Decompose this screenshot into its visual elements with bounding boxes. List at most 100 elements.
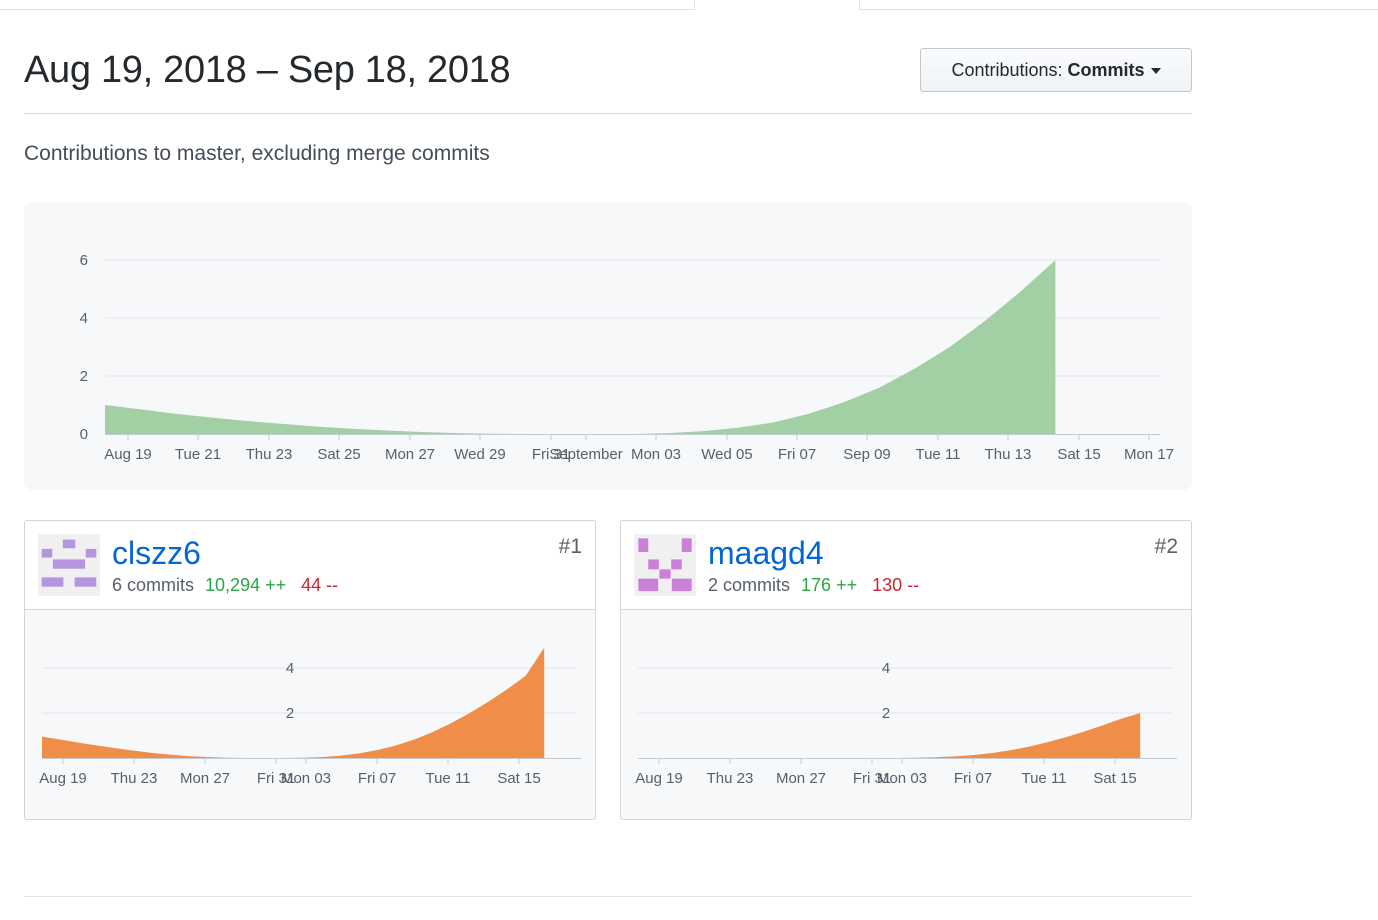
main-chart-svg: 0 2 4 6 Aug 19 Tue 21 Thu 23 Sat 25 Mon 27 Wed 29… (80, 252, 1174, 463)
data-point (1103, 725, 1104, 726)
avatar[interactable] (634, 534, 696, 596)
contributor-stats: 2 commits 176 ++ 130 -- (708, 573, 919, 597)
avatar[interactable] (38, 534, 100, 596)
contributor-card: clszz6 6 commits 10,294 ++ 44 -- #1 2 4 Au… (24, 520, 596, 820)
data-point (210, 417, 211, 418)
data-point (414, 739, 415, 740)
data-point (172, 754, 173, 755)
identicon-cell (85, 548, 97, 558)
commit-count: 2 commits (708, 575, 791, 595)
data-point (1121, 718, 1122, 719)
contributions-label: Contributions: (951, 60, 1063, 80)
series-area (105, 260, 1056, 434)
x-tick-label: Thu 13 (985, 446, 1032, 463)
x-tick-label: Sat 25 (317, 446, 360, 463)
data-point (1140, 713, 1141, 714)
x-tick-label: Mon 03 (281, 770, 331, 787)
identicon-cell (74, 577, 97, 587)
data-point (773, 422, 774, 423)
x-tick-label: Sat 15 (1057, 446, 1100, 463)
top-tab-right (859, 0, 1378, 10)
data-point (469, 713, 470, 714)
data-point (321, 757, 322, 758)
data-point (954, 756, 955, 757)
data-point (245, 420, 246, 421)
contributor-rank: #2 (1154, 535, 1178, 558)
x-tick-label: Tue 11 (1021, 770, 1066, 787)
contributor-username-link[interactable]: clszz6 (112, 533, 201, 573)
data-point (42, 736, 43, 737)
x-tick-label: Thu 23 (246, 446, 293, 463)
y-tick-label: 0 (80, 426, 88, 443)
contributor-card-header: maagd4 2 commits 176 ++ 130 -- #2 (621, 521, 1191, 610)
y-tick-label: 6 (80, 252, 88, 269)
contributor-chart: 2 4 Aug 19 Thu 23 Mon 27 Fri 31 Mon 03 Fri 07 Tu… (25, 610, 595, 819)
identicon-cell (659, 569, 671, 579)
data-point (209, 757, 210, 758)
page-header: Aug 19, 2018 – Sep 18, 2018 Contribution… (24, 40, 1192, 114)
x-tick-label: Aug 19 (39, 770, 87, 787)
additions-count: 10,294 ++ (205, 575, 287, 595)
data-point (1028, 746, 1029, 747)
x-tick-label: Tue 21 (175, 446, 221, 463)
identicon-cell (52, 559, 86, 569)
contributor-card-header: clszz6 6 commits 10,294 ++ 44 -- #1 (25, 521, 595, 610)
x-tick-label: Sep 09 (843, 446, 891, 463)
contributions-value: Commits (1067, 60, 1145, 80)
data-point (451, 723, 452, 724)
contributions-type-dropdown[interactable]: Contributions: Commits (920, 48, 1192, 92)
data-point (1047, 742, 1048, 743)
x-tick-label: Mon 27 (180, 770, 230, 787)
caret-down-icon (1150, 68, 1161, 75)
identicon-cell (638, 538, 649, 552)
top-tab-strip (0, 0, 1378, 10)
x-tick-label: Aug 19 (104, 446, 152, 463)
data-point (703, 431, 704, 432)
identicon-cell (671, 578, 692, 592)
identicon-cell (41, 577, 64, 587)
identicon-cell (648, 559, 659, 570)
data-point (879, 387, 880, 388)
data-point (190, 756, 191, 757)
data-point (175, 413, 176, 414)
data-point (991, 753, 992, 754)
y-tick-label: 4 (286, 660, 294, 677)
data-point (507, 689, 508, 690)
data-point (432, 732, 433, 733)
x-tick-label: Aug 19 (635, 770, 683, 787)
data-point (1055, 260, 1056, 261)
contributor-rank: #1 (558, 535, 582, 558)
footer-divider (24, 896, 1192, 897)
data-point (97, 745, 98, 746)
data-point (376, 750, 377, 751)
main-contributions-chart: 0 2 4 6 Aug 19 Tue 21 Thu 23 Sat 25 Mon 27 Wed 29… (24, 202, 1192, 490)
x-tick-label: Fri 07 (778, 446, 816, 463)
x-tick-label: Wed 29 (454, 446, 505, 463)
data-point (1065, 737, 1066, 738)
top-tab-left (0, 0, 695, 10)
contributions-subtitle: Contributions to master, excluding merge… (24, 142, 490, 165)
x-tick-label: Mon 27 (385, 446, 435, 463)
data-point (135, 750, 136, 751)
data-point (316, 426, 317, 427)
contributor-username-link[interactable]: maagd4 (708, 533, 824, 573)
data-point (935, 757, 936, 758)
data-point (525, 675, 526, 676)
x-tick-label: Wed 05 (701, 446, 752, 463)
data-point (60, 739, 61, 740)
data-point (395, 745, 396, 746)
contributor-chart-svg: 24Aug 19 Thu 23 Mon 27 Fri 31Mon 03 Fri 07 Tu… (635, 660, 1177, 787)
data-point (116, 748, 117, 749)
data-point (105, 405, 106, 406)
data-point (488, 701, 489, 702)
contributor-chart: 2 4 Aug 19 Thu 23 Mon 27 Fri 31 Mon 03 Fri 07 Tu… (621, 610, 1191, 819)
y-tick-label: 4 (882, 660, 890, 677)
data-point (339, 755, 340, 756)
data-point (844, 402, 845, 403)
contributor-stats: 6 commits 10,294 ++ 44 -- (112, 573, 338, 597)
identicon-cell (41, 548, 53, 558)
y-tick-label: 2 (882, 705, 890, 722)
data-point (809, 413, 810, 414)
data-point (351, 428, 352, 429)
data-point (949, 347, 950, 348)
